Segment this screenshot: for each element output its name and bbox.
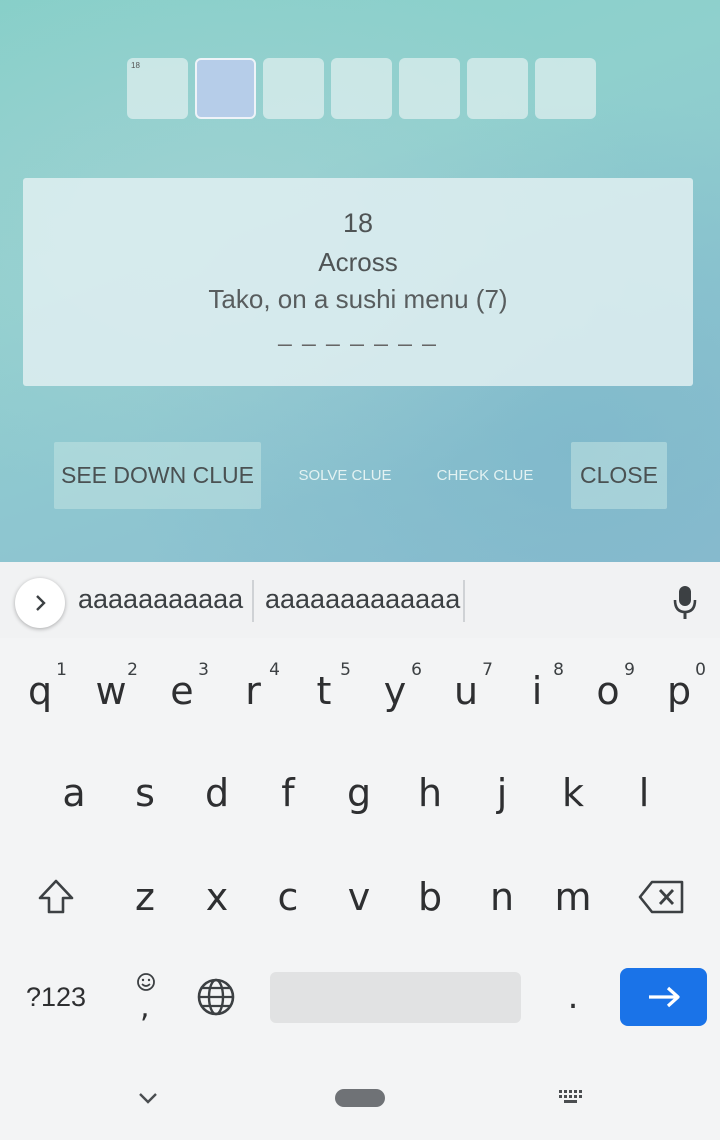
key-c[interactable]: c [252, 852, 324, 942]
answer-cell[interactable] [331, 58, 392, 119]
comma-label: , [140, 990, 150, 1025]
spacebar[interactable] [270, 972, 521, 1023]
chevron-right-icon [36, 595, 46, 611]
suggestion-divider [252, 580, 254, 622]
key-h[interactable]: h [394, 748, 466, 838]
key-label: t [316, 669, 332, 713]
key-label: i [531, 669, 543, 713]
key-m[interactable]: m [537, 852, 609, 942]
home-handle[interactable] [335, 1089, 385, 1107]
key-label: q [27, 669, 53, 713]
key-hint: 3 [198, 660, 209, 680]
key-s[interactable]: s [109, 748, 181, 838]
key-label: r [245, 669, 261, 713]
key-z[interactable]: z [109, 852, 181, 942]
key-q[interactable]: q1 [4, 646, 76, 736]
key-g[interactable]: g [323, 748, 395, 838]
collapse-keyboard-icon[interactable] [137, 1090, 159, 1106]
answer-cell[interactable] [467, 58, 528, 119]
key-label: w [95, 669, 127, 713]
microphone-icon[interactable] [670, 582, 700, 622]
key-v[interactable]: v [323, 852, 395, 942]
answer-cell[interactable] [263, 58, 324, 119]
symbols-key[interactable]: ?123 [20, 952, 92, 1042]
globe-icon [197, 978, 235, 1016]
suggestion-item[interactable]: aaaaaaaaaaaaa [265, 584, 460, 615]
key-r[interactable]: r4 [217, 646, 289, 736]
emoji-comma-key[interactable]: , [110, 952, 182, 1042]
key-hint: 7 [482, 660, 493, 680]
solve-clue-button[interactable]: SOLVE CLUE [290, 442, 400, 509]
key-t[interactable]: t5 [288, 646, 360, 736]
key-hint: 8 [553, 660, 564, 680]
clue-card: 18 Across Tako, on a sushi menu (7) _ _ … [23, 178, 693, 386]
key-n[interactable]: n [466, 852, 538, 942]
key-label: o [596, 669, 620, 713]
key-p[interactable]: p0 [643, 646, 715, 736]
suggestion-divider [463, 580, 465, 622]
key-label: e [170, 669, 194, 713]
key-hint: 1 [56, 660, 67, 680]
answer-cell[interactable] [535, 58, 596, 119]
period-key[interactable]: . [537, 952, 609, 1042]
language-key[interactable] [180, 952, 252, 1042]
key-y[interactable]: y6 [359, 646, 431, 736]
key-a[interactable]: a [38, 748, 110, 838]
keyboard-switcher-icon[interactable] [557, 1088, 587, 1106]
suggestion-item[interactable]: aaaaaaaaaaa [78, 584, 243, 615]
emoji-icon [137, 973, 155, 991]
clue-blanks: _ _ _ _ _ _ _ [278, 320, 438, 347]
key-hint: 9 [624, 660, 635, 680]
key-x[interactable]: x [181, 852, 253, 942]
key-f[interactable]: f [252, 748, 324, 838]
key-label: y [383, 669, 407, 713]
key-i[interactable]: i8 [501, 646, 573, 736]
key-e[interactable]: e3 [146, 646, 218, 736]
crossword-game-area: 18 18 Across Tako, on a sushi menu (7) _… [0, 0, 720, 562]
enter-key[interactable] [620, 968, 707, 1026]
key-label: p [666, 669, 692, 713]
key-label: u [453, 669, 479, 713]
answer-cell-active[interactable] [195, 58, 256, 119]
key-k[interactable]: k [537, 748, 609, 838]
cell-number: 18 [131, 61, 140, 70]
key-o[interactable]: o9 [572, 646, 644, 736]
key-hint: 4 [269, 660, 280, 680]
clue-direction: Across [318, 247, 398, 277]
shift-arrow-icon [38, 879, 74, 914]
expand-toolbar-button[interactable] [15, 578, 65, 628]
clue-text: Tako, on a sushi menu (7) [208, 284, 508, 314]
key-j[interactable]: j [466, 748, 538, 838]
key-hint: 6 [411, 660, 422, 680]
key-b[interactable]: b [394, 852, 466, 942]
key-d[interactable]: d [181, 748, 253, 838]
answer-cell[interactable]: 18 [127, 58, 188, 119]
clue-number: 18 [342, 208, 374, 238]
shift-key[interactable] [20, 852, 92, 942]
key-hint: 2 [127, 660, 138, 680]
answer-cell[interactable] [399, 58, 460, 119]
check-clue-button[interactable]: CHECK CLUE [430, 442, 540, 509]
key-hint: 0 [695, 660, 706, 680]
answer-cells: 18 [127, 58, 596, 119]
key-w[interactable]: w2 [75, 646, 147, 736]
backspace-key[interactable] [626, 852, 698, 942]
key-l[interactable]: l [608, 748, 680, 838]
key-hint: 5 [340, 660, 351, 680]
backspace-icon [638, 880, 684, 914]
key-u[interactable]: u7 [430, 646, 502, 736]
arrow-right-icon [648, 986, 680, 1008]
see-down-clue-button[interactable]: SEE DOWN CLUE [54, 442, 261, 509]
close-button[interactable]: CLOSE [571, 442, 667, 509]
